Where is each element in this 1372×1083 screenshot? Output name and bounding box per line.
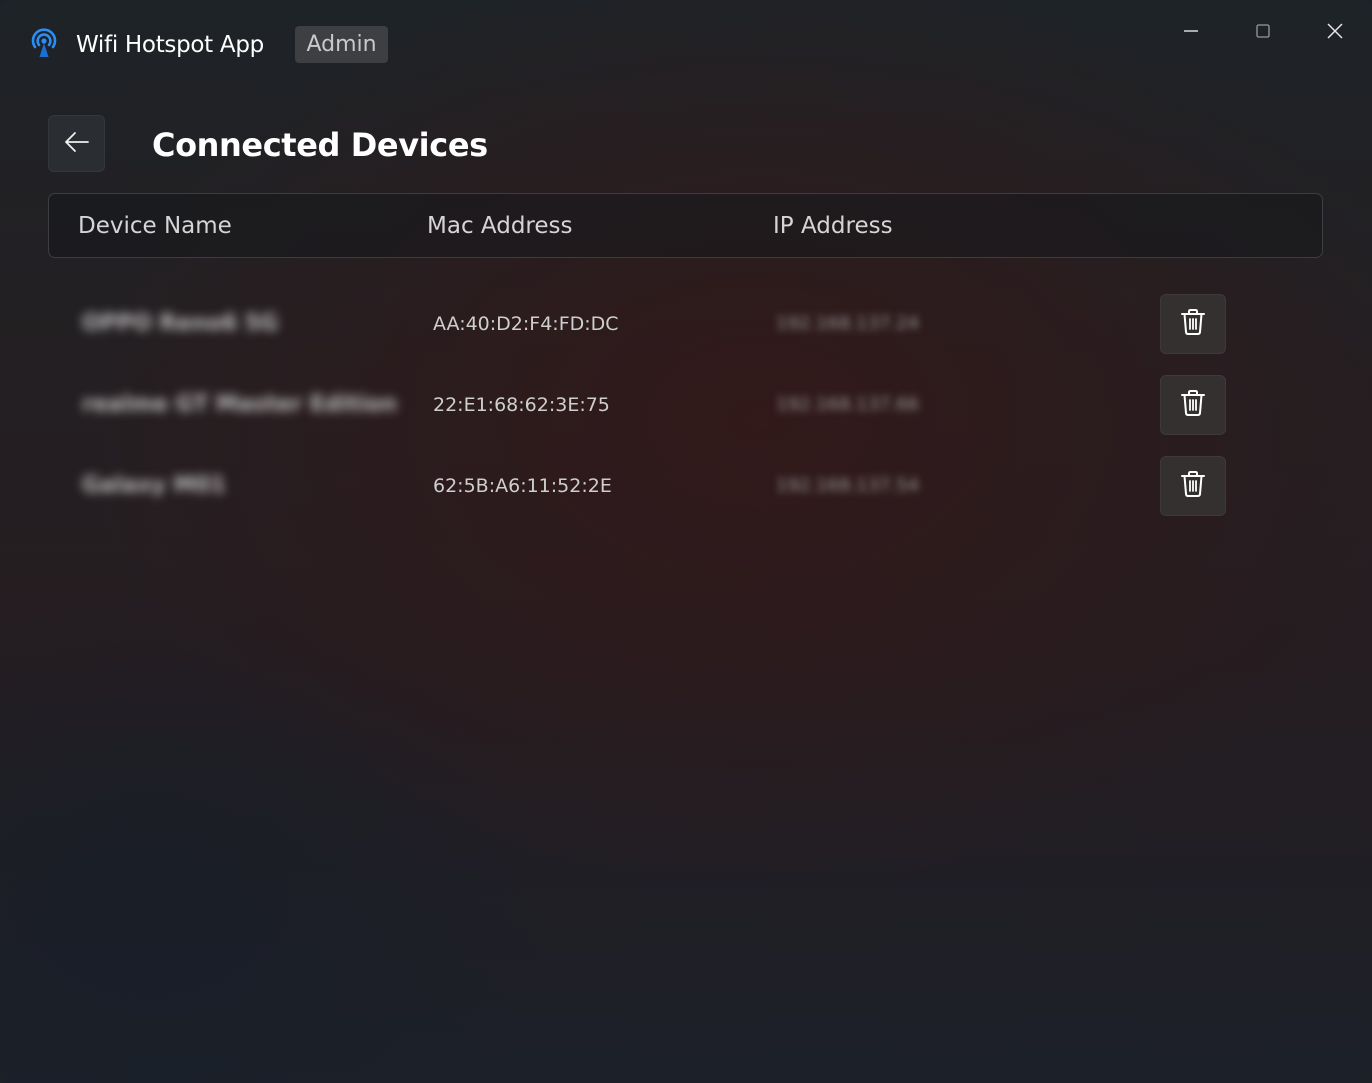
mac-address: 62:5B:A6:11:52:2E xyxy=(433,475,612,497)
page-title: Connected Devices xyxy=(152,126,488,164)
device-name: realme GT Master Edition xyxy=(82,392,397,417)
arrow-left-icon xyxy=(62,127,92,161)
maximize-button[interactable] xyxy=(1240,14,1286,52)
delete-device-button[interactable] xyxy=(1160,375,1226,435)
table-row: realme GT Master Edition 22:E1:68:62:3E:… xyxy=(48,375,1323,435)
delete-device-button[interactable] xyxy=(1160,294,1226,354)
table-row: OPPO Reno6 5G AA:40:D2:F4:FD:DC 192.168.… xyxy=(48,294,1323,354)
device-name: OPPO Reno6 5G xyxy=(82,311,279,336)
minimize-button[interactable] xyxy=(1168,14,1214,52)
title-bar[interactable]: Wifi Hotspot App Admin xyxy=(0,0,1372,90)
back-button[interactable] xyxy=(48,115,105,172)
ip-address: 192.168.137.24 xyxy=(776,313,920,334)
app-title: Wifi Hotspot App xyxy=(76,32,264,58)
ip-address: 192.168.137.54 xyxy=(776,475,920,496)
column-header-device-name: Device Name xyxy=(78,213,232,239)
column-header-ip-address: IP Address xyxy=(773,213,893,239)
column-header-mac-address: Mac Address xyxy=(427,213,573,239)
role-badge: Admin xyxy=(295,26,388,63)
minimize-icon xyxy=(1182,22,1200,44)
delete-device-button[interactable] xyxy=(1160,456,1226,516)
close-button[interactable] xyxy=(1312,14,1358,52)
trash-icon xyxy=(1179,307,1207,341)
table-header: Device Name Mac Address IP Address xyxy=(48,193,1323,258)
trash-icon xyxy=(1179,388,1207,422)
table-row: Galaxy M01 62:5B:A6:11:52:2E 192.168.137… xyxy=(48,456,1323,516)
wifi-hotspot-app-icon xyxy=(28,28,60,60)
maximize-icon xyxy=(1254,22,1272,44)
app-window: Wifi Hotspot App Admin Connected Devices… xyxy=(0,0,1372,1083)
ip-address: 192.168.137.66 xyxy=(776,394,920,415)
close-icon xyxy=(1325,21,1345,45)
mac-address: 22:E1:68:62:3E:75 xyxy=(433,394,610,416)
device-name: Galaxy M01 xyxy=(82,473,226,498)
mac-address: AA:40:D2:F4:FD:DC xyxy=(433,313,619,335)
trash-icon xyxy=(1179,469,1207,503)
